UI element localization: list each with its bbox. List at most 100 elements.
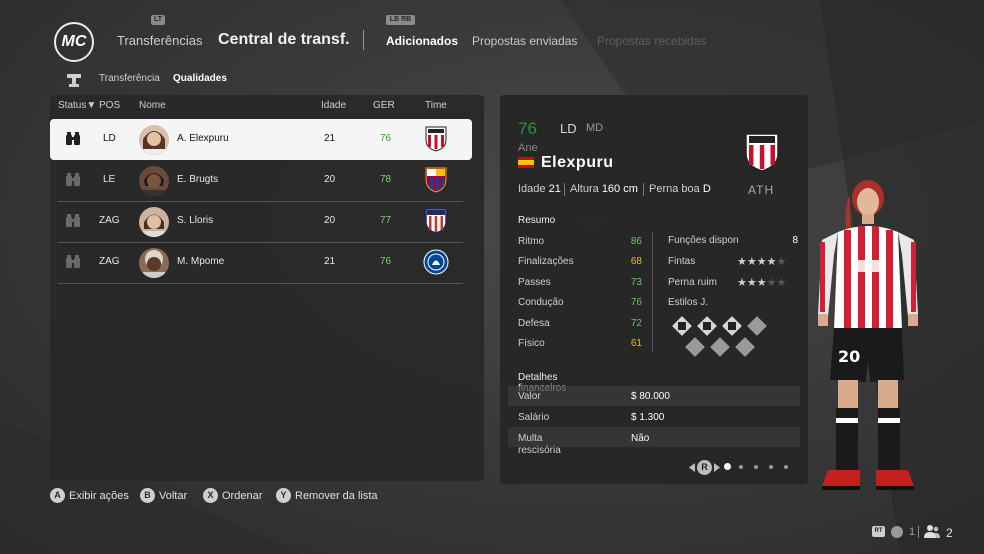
page-title: Central de transf. — [218, 31, 350, 48]
action-ordenar[interactable]: Ordenar — [222, 490, 262, 502]
nav-transfers[interactable]: Transferências — [117, 33, 203, 48]
subtab-qualidades[interactable]: Qualidades — [173, 73, 227, 84]
star-filled-icon: ★ — [746, 277, 757, 289]
column-header-ger[interactable]: GER — [373, 100, 395, 111]
weak-foot-stars: ★★★★★ — [737, 276, 786, 289]
player-alt-position: MD — [586, 122, 604, 134]
player-overall: 76 — [380, 256, 392, 267]
stat-value-finalizacoes: 68 — [630, 256, 642, 267]
player-height-info: Altura 160 cm — [570, 183, 638, 195]
rt-button-hint: RT — [872, 526, 885, 537]
player-overall: 77 — [380, 215, 392, 226]
tab-propostas-enviadas[interactable]: Propostas enviadas — [472, 34, 577, 48]
player-avatar — [139, 207, 169, 237]
action-remover-da-lista[interactable]: Remover da lista — [295, 490, 378, 502]
lb-rb-button-hint: LB RB — [386, 15, 415, 25]
player-3d-model: 20 — [818, 180, 918, 490]
player-avatar — [139, 125, 169, 155]
player-overall-rating: 76 — [518, 119, 537, 138]
player-name: M. Mpome — [177, 256, 225, 267]
column-header-nome[interactable]: Nome — [139, 100, 166, 111]
player-overall: 78 — [380, 174, 392, 185]
stat-value-passes: 73 — [630, 277, 642, 288]
column-header-pos[interactable]: POS — [99, 100, 120, 111]
a-button-icon: A — [50, 488, 65, 503]
stat-label-passes: Passes — [518, 277, 551, 288]
player-pos: LE — [103, 174, 116, 185]
stat-label-fisico: Físico — [518, 338, 545, 349]
player-row-mpome[interactable]: ZAG M. Mpome 21 76 — [58, 242, 463, 284]
player-pos: LD — [103, 133, 116, 144]
functions-value: 8 — [792, 235, 798, 246]
nav-divider — [363, 30, 364, 50]
column-header-status[interactable]: Status▼ — [58, 100, 96, 111]
player-age: 20 — [324, 174, 336, 185]
player-age: 20 — [324, 215, 336, 226]
financial-value-salario: $ 1.300 — [631, 412, 665, 423]
skill-moves-label: Fintas — [668, 256, 696, 267]
financial-label-valor: Valor — [518, 391, 541, 402]
column-header-time[interactable]: Time — [425, 100, 447, 111]
player-name: S. Lloris — [177, 215, 214, 226]
stat-value-defesa: 72 — [630, 318, 642, 329]
summary-divider — [652, 232, 653, 352]
player-row-elexpuru[interactable]: LD A. Elexpuru 21 76 — [50, 119, 472, 160]
player-pos: ZAG — [99, 256, 120, 267]
page-dot[interactable] — [724, 463, 731, 470]
spain-flag-icon — [518, 157, 534, 168]
playstyles-label: Estilos J. — [668, 297, 709, 308]
athletic-club-crest-icon — [425, 126, 447, 152]
subtab-transferencia[interactable]: Transferência — [99, 73, 160, 84]
stat-value-fisico: 61 — [630, 338, 642, 349]
financial-label-salario: Salário — [518, 412, 550, 423]
star-empty-icon: ★ — [776, 277, 787, 289]
tab-adicionados[interactable]: Adicionados — [386, 34, 458, 48]
page-dot[interactable] — [754, 465, 758, 469]
action-exibir-acoes[interactable]: Exibir ações — [69, 490, 129, 502]
pager-right-arrow-icon — [714, 463, 720, 472]
weak-foot-label: Perna ruim — [668, 277, 717, 288]
player-overall: 76 — [380, 133, 392, 144]
lt-button-hint: LT — [151, 15, 165, 25]
player-name: A. Elexpuru — [177, 133, 229, 144]
view-toggle-icon — [67, 74, 81, 87]
financial-details-list: Valor $ 80.000 Salário $ 1.300 Multa res… — [508, 386, 800, 454]
sort-arrow-icon: ▼ — [86, 100, 97, 111]
star-filled-icon: ★ — [737, 256, 747, 268]
scout-binoculars-icon — [66, 173, 80, 186]
action-voltar[interactable]: Voltar — [159, 490, 187, 502]
page-dot[interactable] — [769, 465, 773, 469]
star-filled-icon: ★ — [756, 277, 767, 289]
player-age-info: Idade 21 — [518, 183, 561, 195]
star-filled-icon: ★ — [737, 277, 747, 289]
financial-value-valor: $ 80.000 — [631, 391, 670, 402]
stat-label-finalizacoes: Finalizações — [518, 256, 574, 267]
scout-binoculars-icon — [66, 255, 80, 268]
scout-binoculars-icon — [66, 132, 80, 145]
x-button-icon: X — [203, 488, 218, 503]
stat-label-conducao: Condução — [518, 297, 564, 308]
player-row-brugts[interactable]: LE E. Brugts 20 78 — [58, 160, 463, 202]
right-count: 2 — [946, 526, 953, 540]
y-button-icon: Y — [276, 488, 291, 503]
player-avatar — [139, 166, 169, 196]
info-divider — [643, 183, 644, 196]
r-stick-button-hint: R — [697, 460, 712, 475]
skill-moves-stars: ★★★★★ — [737, 255, 786, 268]
page-dot[interactable] — [739, 465, 743, 469]
star-filled-icon: ★ — [746, 256, 757, 268]
athletic-club-large-crest-icon — [745, 133, 779, 172]
financial-label-multa: Multa rescisória — [518, 433, 561, 454]
page-dot[interactable] — [784, 465, 788, 469]
player-age: 21 — [324, 133, 336, 144]
column-header-idade[interactable]: Idade — [321, 100, 346, 111]
info-divider — [564, 183, 565, 196]
tab-propostas-recebidas[interactable]: Propostas recebidas — [597, 34, 706, 48]
club-abbreviation: ATH — [748, 183, 775, 197]
stat-value-ritmo: 86 — [630, 236, 642, 247]
player-row-lloris[interactable]: ZAG S. Lloris 20 77 — [58, 201, 463, 243]
b-button-icon: B — [140, 488, 155, 503]
player-last-name: Elexpuru — [541, 154, 614, 171]
star-filled-icon: ★ — [766, 256, 777, 268]
player-pos: ZAG — [99, 215, 120, 226]
